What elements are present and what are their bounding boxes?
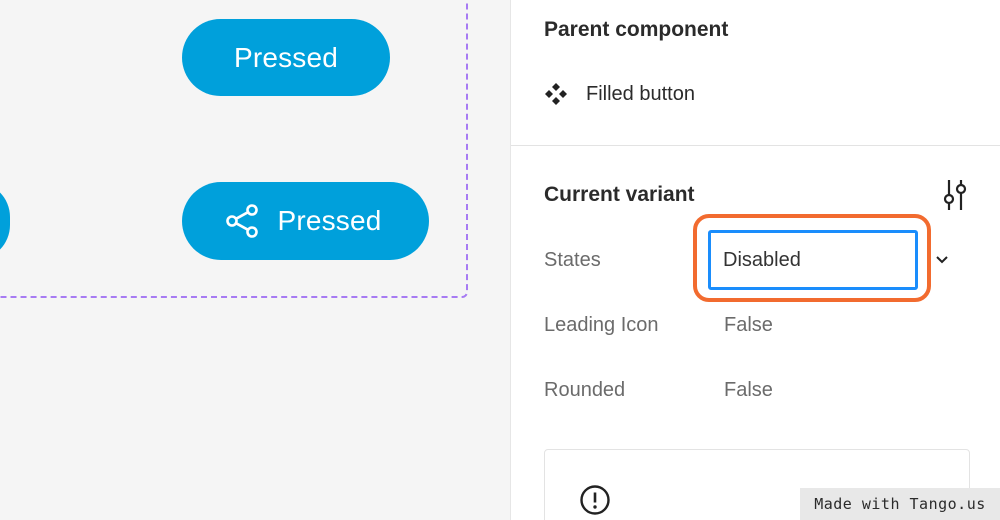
pressed-button-with-icon[interactable]: Pressed [182,182,429,260]
alert-circle-icon [579,484,611,516]
watermark: Made with Tango.us [800,488,1000,520]
design-canvas[interactable]: Pressed Pressed [0,0,510,520]
states-label: States [544,249,601,271]
parent-component-link[interactable]: Filled button [544,82,695,106]
leading-icon-label: Leading Icon [544,314,659,336]
pressed-button-label: Pressed [233,41,339,73]
section-divider [511,145,1000,146]
share-icon [223,201,263,241]
adjust-icon[interactable] [941,178,969,212]
parent-component-name: Filled button [586,82,695,105]
leading-icon-value[interactable]: False [724,314,773,337]
rounded-value[interactable]: False [724,379,773,402]
pressed-button-label: Pressed [277,205,382,236]
rounded-label: Rounded [544,379,626,401]
current-variant-title: Current variant [544,183,695,206]
component-icon [544,82,568,106]
chevron-down-icon[interactable] [934,251,950,267]
parent-component-title: Parent component [544,18,729,41]
pressed-button[interactable]: Pressed [182,19,390,96]
inspector-panel: Parent component Filled button Current v… [510,0,1000,520]
states-input[interactable] [708,230,918,290]
